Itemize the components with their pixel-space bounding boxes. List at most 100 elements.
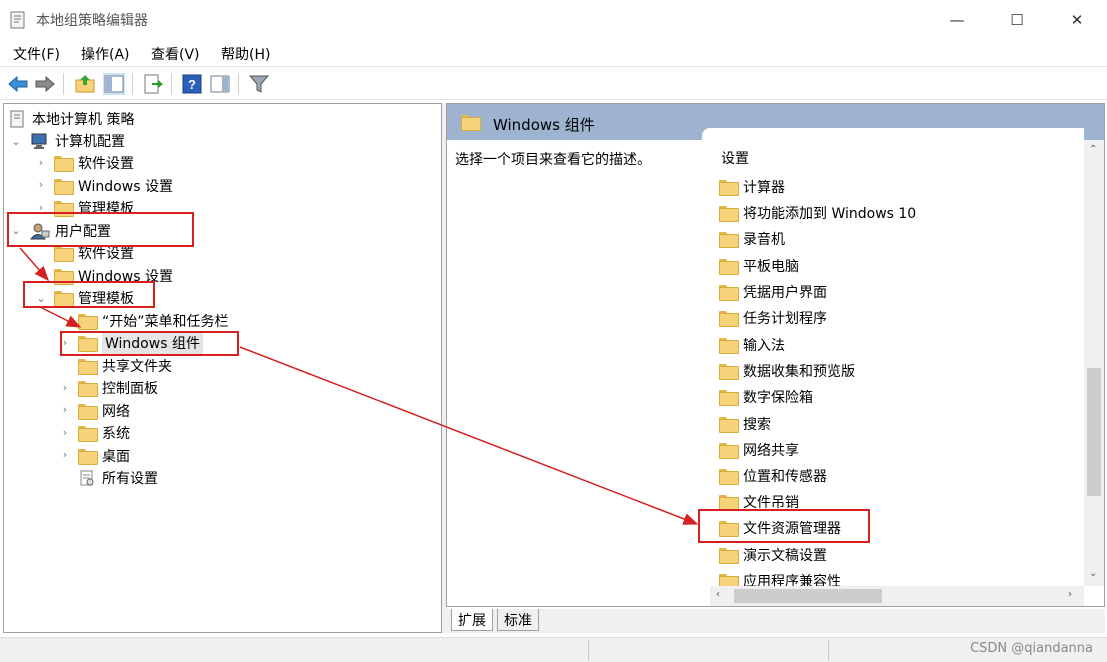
horizontal-scrollbar[interactable]: ‹ › [710,586,1084,606]
show-hide-action-pane-icon[interactable] [209,73,231,95]
tree-item-desktop[interactable]: 桌面 [78,445,130,467]
column-header-setting[interactable]: 设置 [721,148,749,168]
list-item[interactable]: 录音机 [719,228,785,250]
folder-icon [719,206,739,222]
folder-icon [78,381,98,397]
folder-icon [719,232,739,248]
list-item[interactable]: 计算器 [719,176,785,198]
tab-extended[interactable]: 扩展 [451,609,493,631]
folder-icon [54,179,74,195]
help-icon[interactable]: ? [181,73,203,95]
chevron-right-icon[interactable]: › [36,201,46,214]
tree-item-shared-folders[interactable]: 共享文件夹 [78,355,172,377]
scroll-left-icon[interactable]: ‹ [716,589,720,600]
chevron-right-icon[interactable]: › [60,448,70,461]
scroll-up-icon[interactable]: ⌃ [1089,144,1097,155]
list-item[interactable]: 文件资源管理器 [719,517,841,539]
folder-icon [719,495,739,511]
tree-item-network[interactable]: 网络 [78,400,130,422]
policy-editor-app-icon [10,11,25,29]
tree-item-user-windows-settings[interactable]: Windows 设置 [54,265,173,287]
vertical-scroll-thumb[interactable] [1087,368,1101,496]
show-hide-tree-icon[interactable] [103,73,125,95]
filter-icon[interactable] [248,73,270,95]
minimize-button[interactable]: — [927,0,987,40]
folder-icon [78,359,98,375]
tree-item-computer-config[interactable]: 计算机配置 [30,130,125,152]
list-item[interactable]: 任务计划程序 [719,307,827,329]
tree-item-label: 共享文件夹 [102,359,172,375]
list-item[interactable]: 数字保险箱 [719,386,813,408]
svg-text:?: ? [188,77,196,92]
chevron-right-icon[interactable]: › [60,336,70,349]
list-item[interactable]: 文件吊销 [719,491,799,513]
tree-item-label: 管理模板 [78,291,134,307]
tree-item-system[interactable]: 系统 [78,422,130,444]
folder-icon [719,338,739,354]
toolbar-separator [238,73,239,95]
list-item[interactable]: 输入法 [719,334,785,356]
tree-item-label: 所有设置 [102,471,158,487]
chevron-down-icon[interactable]: ⌄ [11,224,21,237]
minimize-icon: — [949,11,965,29]
list-item[interactable]: 搜索 [719,413,771,435]
export-list-icon[interactable] [142,73,164,95]
menu-file[interactable]: 文件(F) [13,44,60,64]
list-item[interactable]: 数据收集和预览版 [719,360,855,382]
tab-standard[interactable]: 标准 [497,609,539,631]
settings-list[interactable]: 设置 计算器 将功能添加到 Windows 10 录音机 平板电脑 凭据用户界面… [702,128,1084,586]
forward-icon[interactable] [34,73,56,95]
folder-icon [78,336,98,352]
chevron-right-icon[interactable]: › [60,381,70,394]
folder-icon [719,311,739,327]
menu-help[interactable]: 帮助(H) [221,44,270,64]
tree-item-windows-components[interactable]: Windows 组件 [78,332,203,354]
list-item[interactable]: 网络共享 [719,439,799,461]
tree-item-user-admin-templates[interactable]: 管理模板 [54,287,134,309]
menu-action[interactable]: 操作(A) [81,44,130,64]
tree-item-control-panel[interactable]: 控制面板 [78,377,158,399]
chevron-right-icon[interactable]: › [60,403,70,416]
chevron-down-icon[interactable]: ⌄ [36,292,46,305]
list-item[interactable]: 应用程序兼容性 [719,570,841,586]
chevron-down-icon[interactable]: ⌄ [11,135,21,148]
tree-item-user-software[interactable]: 软件设置 [54,242,134,264]
chevron-right-icon[interactable]: › [36,178,46,191]
menu-view[interactable]: 查看(V) [151,44,200,64]
vertical-scrollbar[interactable]: ⌃ ⌄ [1084,140,1104,586]
folder-icon [719,259,739,275]
scroll-right-icon[interactable]: › [1068,589,1072,600]
list-item[interactable]: 将功能添加到 Windows 10 [719,202,916,224]
tree-item-computer-software[interactable]: 软件设置 [54,152,134,174]
tree-item-computer-windows-settings[interactable]: Windows 设置 [54,175,173,197]
folder-icon [54,269,74,285]
folder-icon [78,404,98,420]
folder-icon [719,364,739,380]
list-item[interactable]: 凭据用户界面 [719,281,827,303]
list-item[interactable]: 位置和传感器 [719,465,827,487]
list-item-label: 位置和传感器 [743,469,827,485]
tree-item-root[interactable]: 本地计算机 策略 [8,108,134,130]
chevron-right-icon[interactable]: › [60,426,70,439]
chevron-right-icon[interactable]: › [36,156,46,169]
tree-item-label: 用户配置 [55,224,111,240]
close-button[interactable]: ✕ [1047,0,1107,40]
tree-item-start-menu-taskbar[interactable]: “开始”菜单和任务栏 [78,310,229,332]
back-icon[interactable] [7,73,29,95]
scroll-down-icon[interactable]: ⌄ [1089,568,1097,579]
console-tree[interactable]: 本地计算机 策略 ⌄ 计算机配置 › 软件设置 › Windows 设置 › 管… [3,103,442,633]
maximize-button[interactable]: ☐ [987,0,1047,40]
list-item-label: 输入法 [743,338,785,354]
horizontal-scroll-thumb[interactable] [734,589,882,603]
tree-item-computer-admin-templates[interactable]: 管理模板 [54,197,134,219]
policy-document-icon [10,110,24,128]
folder-icon [54,156,74,172]
tree-item-user-config[interactable]: 用户配置 [30,220,111,242]
tree-item-all-settings[interactable]: 所有设置 [78,467,158,489]
tree-item-label: “开始”菜单和任务栏 [102,314,229,330]
list-item[interactable]: 演示文稿设置 [719,544,827,566]
tree-item-label: 计算机配置 [55,134,125,150]
list-item[interactable]: 平板电脑 [719,255,799,277]
up-folder-icon[interactable] [74,73,96,95]
tree-item-label: Windows 设置 [78,269,173,285]
